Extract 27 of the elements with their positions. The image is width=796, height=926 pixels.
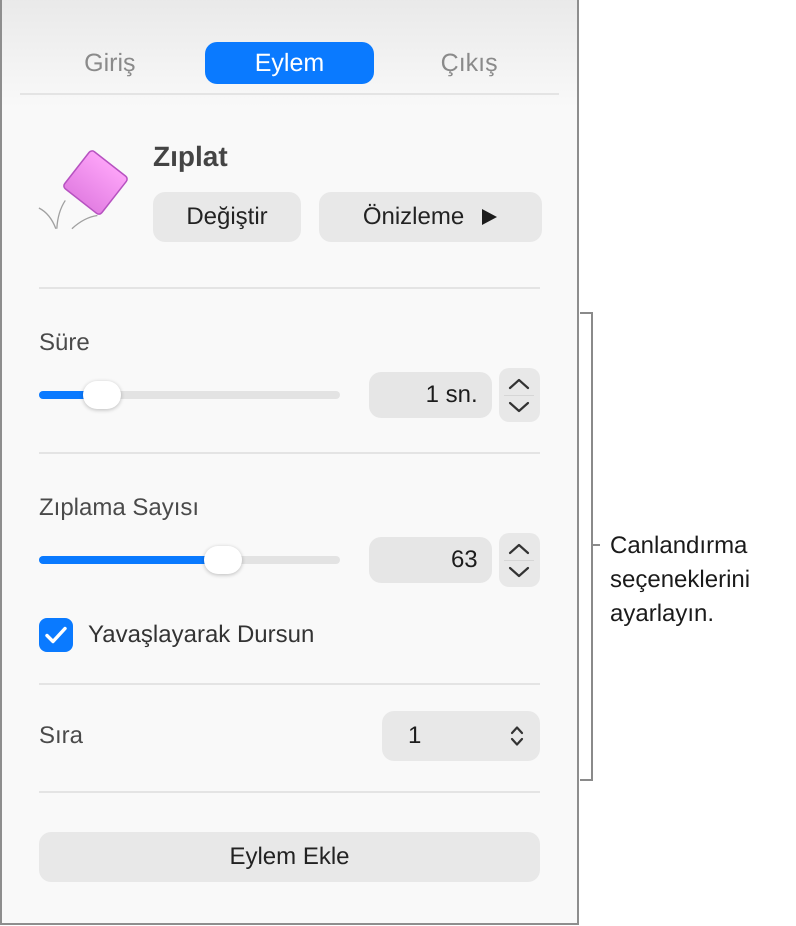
slider-label: Zıplama Sayısı: [39, 493, 200, 523]
chevron-down-icon[interactable]: [508, 400, 530, 412]
up-down-chevron-icon: [510, 725, 524, 747]
slider[interactable]: [39, 545, 340, 575]
callout-text: Canlandırma seçeneklerini ayarlayın.: [610, 531, 752, 629]
add-action-button[interactable]: Eylem Ekle: [39, 832, 540, 882]
popup-label: Sıra: [39, 721, 84, 751]
slider[interactable]: [39, 380, 340, 410]
chevron-down-icon[interactable]: [508, 566, 530, 578]
slider-label: Süre: [39, 328, 90, 358]
slider-thumb[interactable]: [204, 546, 242, 574]
checkbox[interactable]: [39, 618, 73, 652]
chevron-up-icon[interactable]: [508, 542, 530, 554]
change-button[interactable]: Değiştir: [153, 192, 301, 242]
checkbox-label: Yavaşlayarak Dursun: [88, 620, 314, 650]
tab[interactable]: Eylem: [204, 42, 374, 84]
play-icon: [480, 208, 498, 226]
checkmark-icon: [45, 626, 67, 644]
chevron-up-icon[interactable]: [508, 378, 530, 390]
slider-thumb[interactable]: [83, 381, 122, 409]
stepper[interactable]: [498, 368, 540, 422]
value-field[interactable]: 63: [369, 537, 492, 583]
stepper[interactable]: [498, 533, 540, 587]
preview-button[interactable]: Önizleme: [319, 192, 542, 242]
order-popup[interactable]: 1: [382, 711, 540, 761]
value-field[interactable]: 1 sn.: [369, 372, 492, 418]
effect-title: Zıplat: [153, 140, 228, 174]
